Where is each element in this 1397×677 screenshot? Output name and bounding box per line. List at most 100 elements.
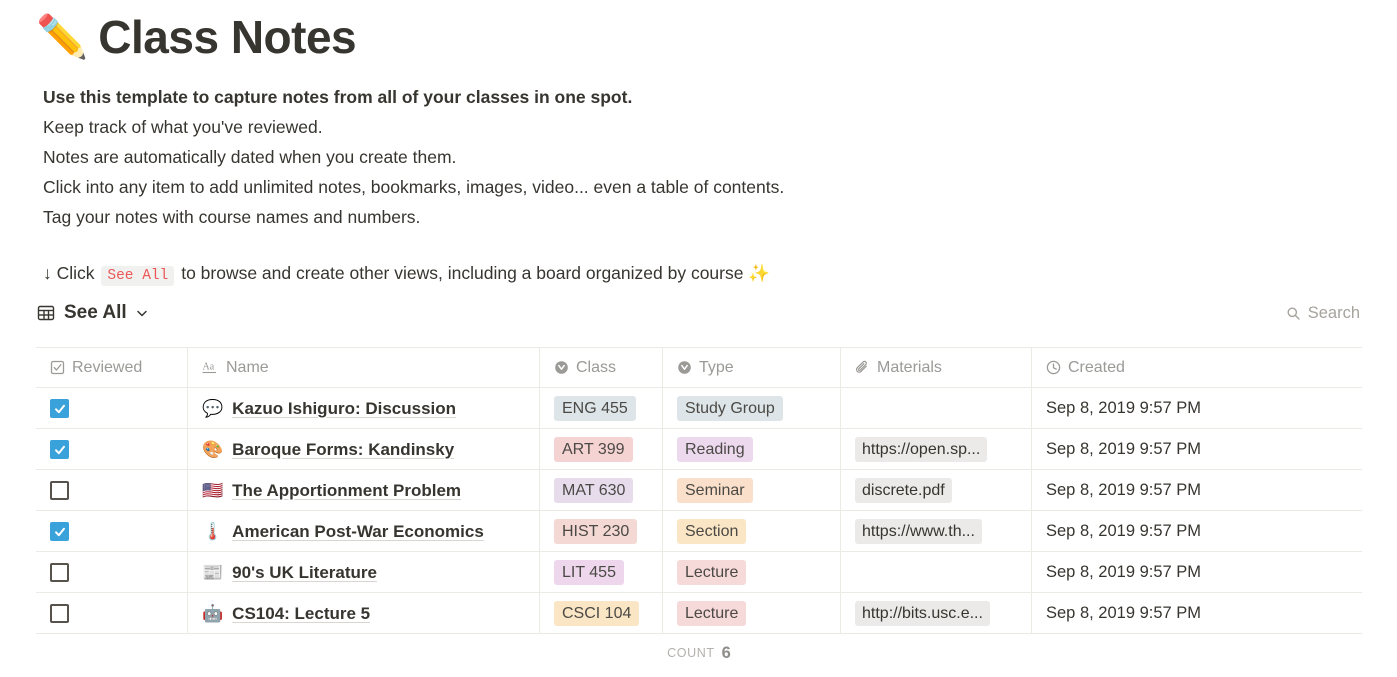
row-materials-cell bbox=[841, 388, 1032, 429]
callout-suffix: to browse and create other views, includ… bbox=[181, 263, 743, 283]
created-date: Sep 8, 2019 9:57 PM bbox=[1046, 481, 1201, 500]
created-date: Sep 8, 2019 9:57 PM bbox=[1046, 563, 1201, 582]
column-header-name[interactable]: Aa Name bbox=[188, 348, 540, 387]
row-emoji-icon: 💬 bbox=[202, 400, 223, 417]
row-name-cell: 🌡️ American Post-War Economics bbox=[188, 511, 540, 552]
column-header-label: Created bbox=[1068, 359, 1125, 377]
checkbox-icon bbox=[50, 360, 65, 375]
type-tag[interactable]: Seminar bbox=[677, 478, 753, 503]
description-block: Use this template to capture notes from … bbox=[43, 82, 1043, 289]
table-row: 🤖CS104: Lecture 5CSCI 104Lecturehttp://b… bbox=[36, 593, 1362, 634]
column-header-type[interactable]: Type bbox=[663, 348, 841, 387]
reviewed-checkbox[interactable] bbox=[50, 440, 69, 459]
row-name-link[interactable]: 90's UK Literature bbox=[232, 563, 377, 583]
table-row: 🎨 Baroque Forms: Kandinsky ART 399 Reading h… bbox=[36, 429, 1362, 470]
row-name-link[interactable]: The Apportionment Problem bbox=[232, 481, 461, 501]
row-emoji-icon: 🌡️ bbox=[202, 523, 223, 540]
select-icon bbox=[677, 360, 692, 375]
reviewed-checkbox[interactable] bbox=[50, 522, 69, 541]
column-header-created[interactable]: Created bbox=[1032, 348, 1362, 387]
type-tag[interactable]: Reading bbox=[677, 437, 753, 462]
class-tag[interactable]: CSCI 104 bbox=[554, 601, 639, 626]
see-all-code-chip: See All bbox=[101, 266, 174, 286]
row-name-cell: 📰90's UK Literature bbox=[188, 552, 540, 593]
description-line: Tag your notes with course names and num… bbox=[43, 202, 1043, 232]
row-emoji-icon: 🇺🇸 bbox=[202, 482, 223, 499]
clock-icon bbox=[1046, 360, 1061, 375]
description-line: Keep track of what you've reviewed. bbox=[43, 112, 1043, 142]
row-type-cell: Lecture bbox=[663, 593, 841, 634]
count-label: COUNT bbox=[667, 646, 714, 660]
view-toolbar: See All Search bbox=[36, 302, 1362, 324]
row-name-link[interactable]: Kazuo Ishiguro: Discussion bbox=[232, 399, 456, 419]
view-selector-label: See All bbox=[64, 302, 127, 324]
row-name-link[interactable]: CS104: Lecture 5 bbox=[232, 604, 370, 624]
column-header-reviewed[interactable]: Reviewed bbox=[36, 348, 188, 387]
row-created-cell: Sep 8, 2019 9:57 PM bbox=[1032, 552, 1362, 593]
row-created-cell: Sep 8, 2019 9:57 PM bbox=[1032, 429, 1362, 470]
column-header-label: Type bbox=[699, 359, 734, 377]
select-icon bbox=[554, 360, 569, 375]
description-line: Notes are automatically dated when you c… bbox=[43, 142, 1043, 172]
row-name-cell: 💬 Kazuo Ishiguro: Discussion bbox=[188, 388, 540, 429]
table-row: 🌡️ American Post-War Economics HIST 230 Sec… bbox=[36, 511, 1362, 552]
column-header-class[interactable]: Class bbox=[540, 348, 663, 387]
reviewed-checkbox[interactable] bbox=[50, 604, 69, 623]
search-button[interactable]: Search bbox=[1286, 304, 1362, 323]
row-type-cell: Section bbox=[663, 511, 841, 552]
paperclip-icon bbox=[855, 360, 870, 375]
row-created-cell: Sep 8, 2019 9:57 PM bbox=[1032, 388, 1362, 429]
view-selector-see-all[interactable]: See All bbox=[36, 302, 149, 324]
row-reviewed-cell bbox=[36, 388, 188, 429]
row-type-cell: Seminar bbox=[663, 470, 841, 511]
column-header-materials[interactable]: Materials bbox=[841, 348, 1032, 387]
text-aa-icon: Aa bbox=[202, 360, 219, 375]
row-name-cell: 🎨 Baroque Forms: Kandinsky bbox=[188, 429, 540, 470]
count-value: 6 bbox=[722, 644, 731, 663]
reviewed-checkbox[interactable] bbox=[50, 399, 69, 418]
created-date: Sep 8, 2019 9:57 PM bbox=[1046, 522, 1201, 541]
row-name-link[interactable]: Baroque Forms: Kandinsky bbox=[232, 440, 454, 460]
row-class-cell: LIT 455 bbox=[540, 552, 663, 593]
table-row: 🇺🇸 The Apportionment Problem MAT 630 Semina… bbox=[36, 470, 1362, 511]
class-tag[interactable]: MAT 630 bbox=[554, 478, 633, 503]
materials-chip[interactable]: http://bits.usc.e... bbox=[855, 601, 990, 626]
materials-chip[interactable]: https://www.th... bbox=[855, 519, 982, 544]
type-tag[interactable]: Lecture bbox=[677, 601, 746, 626]
reviewed-checkbox[interactable] bbox=[50, 563, 69, 582]
see-all-callout: ↓ Click See All to browse and create oth… bbox=[43, 258, 1043, 289]
class-tag[interactable]: HIST 230 bbox=[554, 519, 637, 544]
column-header-label: Name bbox=[226, 359, 269, 377]
row-emoji-icon: 🎨 bbox=[202, 441, 223, 458]
row-reviewed-cell bbox=[36, 552, 188, 593]
row-name-link[interactable]: American Post-War Economics bbox=[232, 522, 484, 542]
materials-chip[interactable]: https://open.sp... bbox=[855, 437, 987, 462]
type-tag[interactable]: Study Group bbox=[677, 396, 783, 421]
row-type-cell: Lecture bbox=[663, 552, 841, 593]
table-footer-count: COUNT 6 bbox=[36, 636, 1362, 670]
class-tag[interactable]: LIT 455 bbox=[554, 560, 624, 585]
reviewed-checkbox[interactable] bbox=[50, 481, 69, 500]
search-label: Search bbox=[1308, 304, 1360, 323]
row-materials-cell: http://bits.usc.e... bbox=[841, 593, 1032, 634]
type-tag[interactable]: Section bbox=[677, 519, 746, 544]
materials-chip[interactable]: discrete.pdf bbox=[855, 478, 952, 503]
page-title-text: Class Notes bbox=[98, 12, 356, 63]
callout-prefix: ↓ Click bbox=[43, 263, 95, 283]
table-grid-icon bbox=[36, 303, 56, 323]
created-date: Sep 8, 2019 9:57 PM bbox=[1046, 399, 1201, 418]
class-tag[interactable]: ENG 455 bbox=[554, 396, 636, 421]
type-tag[interactable]: Lecture bbox=[677, 560, 746, 585]
column-header-label: Class bbox=[576, 359, 616, 377]
class-tag[interactable]: ART 399 bbox=[554, 437, 633, 462]
created-date: Sep 8, 2019 9:57 PM bbox=[1046, 440, 1201, 459]
description-line: Click into any item to add unlimited not… bbox=[43, 172, 1043, 202]
row-reviewed-cell bbox=[36, 593, 188, 634]
row-reviewed-cell bbox=[36, 511, 188, 552]
row-reviewed-cell bbox=[36, 470, 188, 511]
row-created-cell: Sep 8, 2019 9:57 PM bbox=[1032, 593, 1362, 634]
row-name-cell: 🇺🇸 The Apportionment Problem bbox=[188, 470, 540, 511]
row-created-cell: Sep 8, 2019 9:57 PM bbox=[1032, 511, 1362, 552]
pencil-icon: ✏️ bbox=[36, 16, 88, 58]
description-line: Use this template to capture notes from … bbox=[43, 82, 1043, 112]
